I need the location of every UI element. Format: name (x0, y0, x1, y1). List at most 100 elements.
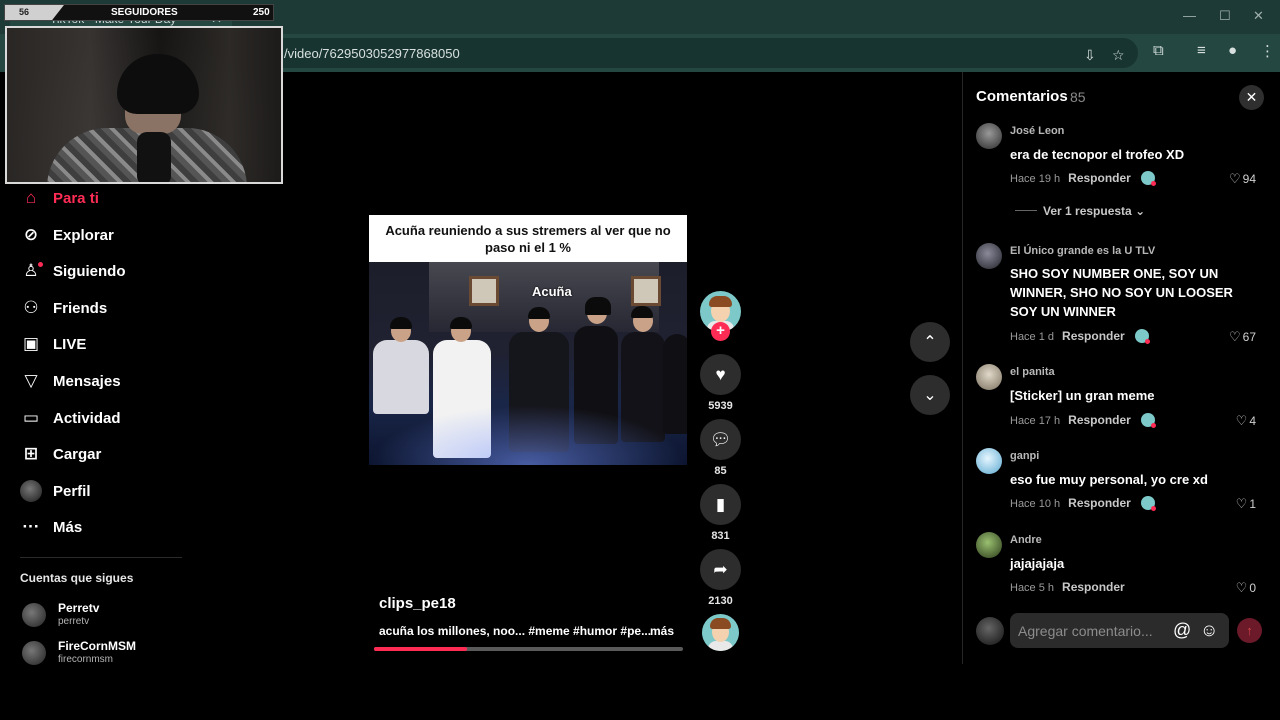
next-video-button[interactable]: ⌄ (910, 375, 950, 415)
comment-like-button[interactable]: ♡ 4 (1236, 413, 1256, 429)
video-description-more-link[interactable]: más (650, 624, 674, 638)
comment-avatar[interactable] (976, 448, 1002, 474)
current-user-avatar (976, 617, 1004, 645)
nav-item-perfil[interactable]: Perfil (20, 477, 190, 505)
close-comments-button[interactable]: ✕ (1239, 85, 1264, 110)
followers-current: 56 (19, 7, 30, 17)
extensions-icon[interactable]: ⧉ (1153, 42, 1164, 59)
previous-video-button[interactable]: ⌃ (910, 322, 950, 362)
comment-item: ganpi eso fue muy personal, yo cre xd Ha… (976, 448, 1266, 514)
stage-person-hair (390, 317, 412, 329)
nav-item-siguiendo[interactable]: ♙ Siguiendo (20, 257, 190, 285)
comment-button[interactable]: 💬︎ (700, 419, 741, 460)
comment-username[interactable]: El Único grande es la U TLV (1010, 245, 1155, 257)
like-count: 5939 (708, 400, 733, 412)
comment-username[interactable]: Andre (1010, 534, 1042, 546)
stage-person-hair (631, 306, 653, 318)
nav-label: Mensajes (53, 372, 121, 390)
comment-text: era de tecnopor el trofeo XD (1010, 147, 1185, 162)
stage-floor-lights (369, 405, 687, 465)
comment-like-button[interactable]: ♡ 1 (1236, 496, 1256, 512)
nav-item-cargar[interactable]: ⊞ Cargar (20, 440, 190, 468)
comment-like-button[interactable]: ♡ 0 (1236, 580, 1256, 596)
media-controls-icon[interactable]: ≡ (1197, 42, 1206, 59)
replies-line (1015, 210, 1037, 211)
profile-avatar (20, 480, 42, 502)
comment-text: eso fue muy personal, yo cre xd (1010, 472, 1208, 487)
comment-like-count: 67 (1242, 330, 1256, 344)
address-bar[interactable]: /video/7629503052977868050 ⇩ ☆ (270, 38, 1138, 68)
url-text: /video/7629503052977868050 (284, 45, 460, 61)
comment-avatar[interactable] (976, 364, 1002, 390)
nav-item-mensajes[interactable]: ▽ Mensajes (20, 367, 190, 395)
follow-creator-button[interactable]: + (711, 322, 730, 341)
arrow-up-icon: ↑ (1246, 623, 1253, 638)
avatar-hair (710, 618, 731, 629)
share-count: 2130 (708, 595, 733, 607)
comment-username[interactable]: el panita (1010, 366, 1055, 378)
comment-text: jajajajaja (1010, 556, 1065, 571)
account-name: Perretv (58, 601, 100, 615)
reply-button[interactable]: Responder (1062, 580, 1125, 594)
followers-label: SEGUIDORES (111, 7, 178, 18)
maximize-icon[interactable]: ☐ (1219, 8, 1231, 24)
webcam-microphone (137, 132, 171, 182)
nav-item-actividad[interactable]: ▭ Actividad (20, 404, 190, 432)
save-button[interactable]: ▮ (700, 484, 741, 525)
nav-item-explorar[interactable]: ⊘ Explorar (20, 221, 190, 249)
share-button[interactable]: ➦ (700, 549, 741, 590)
comment-like-button[interactable]: ♡ 67 (1229, 329, 1256, 345)
reply-button[interactable]: Responder (1068, 496, 1131, 510)
upload-icon: ⊞ (23, 444, 39, 463)
browser-menu-icon[interactable]: ⋮ (1260, 42, 1275, 60)
reply-button[interactable]: Responder (1068, 171, 1131, 185)
avatar-hair (709, 296, 732, 307)
video-description: acuña los millones, noo... #meme #humor … (379, 624, 652, 638)
followed-account[interactable]: FireCornMSM firecornmsm (22, 639, 192, 671)
comment-username[interactable]: José Leon (1010, 125, 1064, 137)
stage-person (373, 340, 429, 414)
bookmark-star-icon[interactable]: ☆ (1112, 47, 1125, 64)
like-button[interactable]: ♥ (700, 354, 741, 395)
install-app-icon[interactable]: ⇩ (1084, 47, 1096, 64)
profile-avatar-icon[interactable]: ● (1228, 42, 1237, 59)
reply-button[interactable]: Responder (1062, 329, 1125, 343)
close-window-icon[interactable]: ✕ (1253, 8, 1264, 24)
comment-text: [Sticker] un gran meme (1010, 388, 1155, 403)
bookmark-icon: ▮ (715, 494, 726, 514)
minimize-icon[interactable]: — (1183, 8, 1196, 23)
friends-icon: ⚇ (23, 298, 39, 317)
comment-like-count: 4 (1249, 414, 1256, 428)
video-player[interactable]: Acuña reuniendo a sus stremers al ver qu… (369, 215, 687, 465)
mention-icon[interactable]: @ (1173, 620, 1191, 641)
comment-bubble-icon: 💬︎ (709, 429, 732, 449)
heart-outline-icon: ♡ (1235, 496, 1248, 511)
nav-item-para-ti[interactable]: ⌂ Para ti (20, 184, 190, 212)
account-name: FireCornMSM (58, 639, 136, 653)
reply-button[interactable]: Responder (1068, 413, 1131, 427)
comment-input[interactable] (1010, 613, 1229, 648)
chevron-up-icon: ⌃ (923, 334, 937, 351)
comment-avatar[interactable] (976, 243, 1002, 269)
followed-account[interactable]: Perretv perretv (22, 601, 192, 633)
nav-label: LIVE (53, 335, 87, 353)
video-progress-bar[interactable] (374, 647, 683, 651)
comment-time: Hace 1 d (1010, 331, 1055, 343)
comment-username[interactable]: ganpi (1010, 450, 1039, 462)
view-replies-button[interactable]: Ver 1 respuesta ⌄ (1015, 204, 1145, 218)
comment-time: Hace 5 h (1010, 582, 1055, 594)
comment-avatar[interactable] (976, 123, 1002, 149)
comment-like-button[interactable]: ♡ 94 (1229, 171, 1256, 187)
creator-liked-badge (1140, 413, 1156, 428)
nav-item-live[interactable]: ▣ LIVE (20, 330, 190, 358)
share-arrow-icon: ➦ (713, 559, 728, 579)
avatar-shirt (708, 641, 733, 651)
emoji-icon[interactable]: ☺ (1200, 620, 1218, 641)
comment-avatar[interactable] (976, 532, 1002, 558)
nav-item-mas[interactable]: ··· Más (20, 513, 190, 541)
nav-item-friends[interactable]: ⚇ Friends (20, 294, 190, 322)
video-author-username[interactable]: clips_pe18 (379, 595, 456, 612)
sound-avatar[interactable] (702, 614, 739, 651)
post-comment-button[interactable]: ↑ (1237, 618, 1262, 643)
more-icon: ··· (22, 517, 40, 536)
